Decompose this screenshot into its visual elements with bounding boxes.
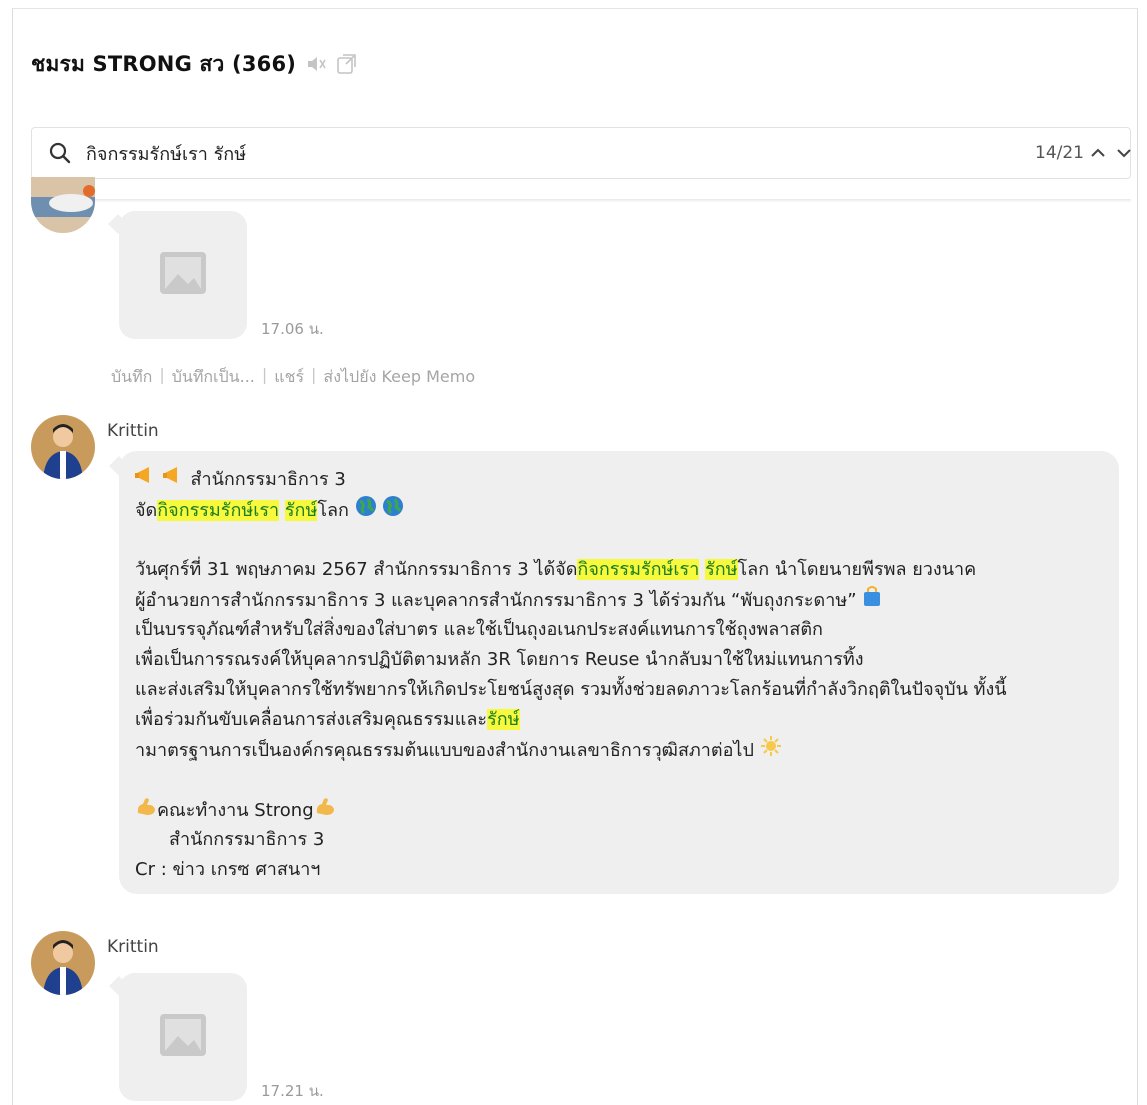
sender-name: Krittin xyxy=(107,421,159,441)
line-text: วันศุกร์ที่ 31 พฤษภาคม 2567 สำนักกรรมาธิ… xyxy=(135,559,578,580)
search-icon xyxy=(48,141,72,165)
line-text: คณะทำงาน Strong xyxy=(157,800,314,821)
message-line: และส่งเสริมให้บุคลากรใช้ทรัพยากรให้เกิดป… xyxy=(135,675,1103,705)
message-line: เป็นบรรจุภัณฑ์สำหรับใส่สิ่งของใส่บาตร แล… xyxy=(135,615,1103,645)
line-text: โลก นำโดยนายพีรพล ยวงนาค xyxy=(737,559,977,580)
message-actions: บันทึก | บันทึกเป็น... | แชร์ | ส่งไปยัง… xyxy=(111,365,475,390)
globe-icon xyxy=(382,495,404,527)
line-text: ามาตรฐานการเป็นองค์กรคุณธรรมต้นแบบของสำน… xyxy=(135,740,754,761)
megaphone-icon xyxy=(135,465,157,495)
message-line: เพื่อร่วมกันขับเคลื่อนการส่งเสริมคุณธรรม… xyxy=(135,705,1103,735)
avatar[interactable] xyxy=(31,177,95,233)
divider xyxy=(31,199,1131,202)
globe-icon xyxy=(355,495,377,527)
search-highlight: รักษ์ xyxy=(487,709,520,730)
line-text: เพื่อเป็นการรณรงค์ให้บุคลากรปฏิบัติตามหล… xyxy=(135,649,864,670)
megaphone-icon xyxy=(162,465,185,495)
save-as-link[interactable]: บันทึกเป็น... xyxy=(172,365,255,390)
line-text: ผู้อำนวยการสำนักกรรมาธิการ 3 และบุคลากรส… xyxy=(135,590,857,611)
search-input[interactable] xyxy=(86,142,946,164)
line-text: จัด xyxy=(135,500,158,521)
search-highlight: กิจกรรมรักษ์เรา xyxy=(577,559,700,580)
flexed-bicep-icon xyxy=(314,795,336,827)
message-line: ผู้อำนวยการสำนักกรรมาธิการ 3 และบุคลากรส… xyxy=(135,585,1103,615)
image-placeholder-icon xyxy=(158,248,208,302)
avatar[interactable] xyxy=(31,931,95,995)
line-text: และส่งเสริมให้บุคลากรใช้ทรัพยากรให้เกิดป… xyxy=(135,679,1007,700)
message-line: เพื่อเป็นการรณรงค์ให้บุคลากรปฏิบัติตามหล… xyxy=(135,645,1103,675)
search-highlight: กิจกรรมรักษ์เรา xyxy=(157,500,280,521)
chat-header: ชมรม STRONG สว (366) xyxy=(31,49,358,79)
save-link[interactable]: บันทึก xyxy=(111,365,152,390)
sun-icon xyxy=(760,735,782,767)
popout-icon[interactable] xyxy=(336,53,358,75)
line-text: เพื่อร่วมกันขับเคลื่อนการส่งเสริมคุณธรรม… xyxy=(135,709,488,730)
share-link[interactable]: แชร์ xyxy=(274,365,304,390)
message-line: ามาตรฐานการเป็นองค์กรคุณธรรมต้นแบบของสำน… xyxy=(135,735,1103,765)
chat-title: ชมรม STRONG สว (366) xyxy=(31,51,297,76)
flexed-bicep-icon xyxy=(135,795,157,827)
search-result-count: 14/21 xyxy=(1035,143,1084,163)
message-time: 17.21 น. xyxy=(261,1082,324,1100)
line-text: เป็นบรรจุภัณฑ์สำหรับใส่สิ่งของใส่บาตร แล… xyxy=(135,619,823,640)
chevron-down-icon[interactable] xyxy=(1114,143,1134,163)
line-text: โลก xyxy=(317,500,349,521)
text-message: สำนักกรรมาธิการ 3 จัดกิจกรรมรักษ์เรา รัก… xyxy=(119,451,1119,894)
image-message[interactable] xyxy=(119,973,247,1101)
chevron-up-icon[interactable] xyxy=(1088,143,1108,163)
message-line: Cr : ข่าว เกรซ ศาสนาฯ xyxy=(135,855,1103,885)
search-bar: 14/21 xyxy=(31,127,1131,179)
message-line: จัดกิจกรรมรักษ์เรา รักษ์โลก xyxy=(135,495,1103,525)
separator: | xyxy=(261,365,268,384)
mute-icon[interactable] xyxy=(306,55,326,73)
message-line: วันศุกร์ที่ 31 พฤษภาคม 2567 สำนักกรรมาธิ… xyxy=(135,555,1103,585)
message-line: สำนักกรรมาธิการ 3 xyxy=(135,465,1103,495)
message-line: สำนักกรรมาธิการ 3 xyxy=(135,825,1103,855)
line-text: Cr : ข่าว เกรซ ศาสนาฯ xyxy=(135,859,321,880)
keep-memo-link[interactable]: ส่งไปยัง Keep Memo xyxy=(323,365,475,390)
search-highlight: รักษ์ xyxy=(284,500,318,521)
separator: | xyxy=(311,365,317,384)
line-text: สำนักกรรมาธิการ 3 xyxy=(190,469,346,490)
message-line: คณะทำงาน Strong xyxy=(135,795,1103,825)
image-placeholder-icon xyxy=(158,1010,208,1064)
chat-window: ชมรม STRONG สว (366) 14/21 17.06 น. บั xyxy=(12,8,1138,1105)
avatar[interactable] xyxy=(31,415,95,479)
shopping-bag-icon xyxy=(862,585,882,617)
sender-name: Krittin xyxy=(107,937,159,957)
separator: | xyxy=(159,365,165,384)
message-time: 17.06 น. xyxy=(261,320,324,338)
image-message[interactable] xyxy=(119,211,247,339)
search-highlight: รักษ์ xyxy=(705,559,738,580)
line-text: สำนักกรรมาธิการ 3 xyxy=(169,829,325,850)
